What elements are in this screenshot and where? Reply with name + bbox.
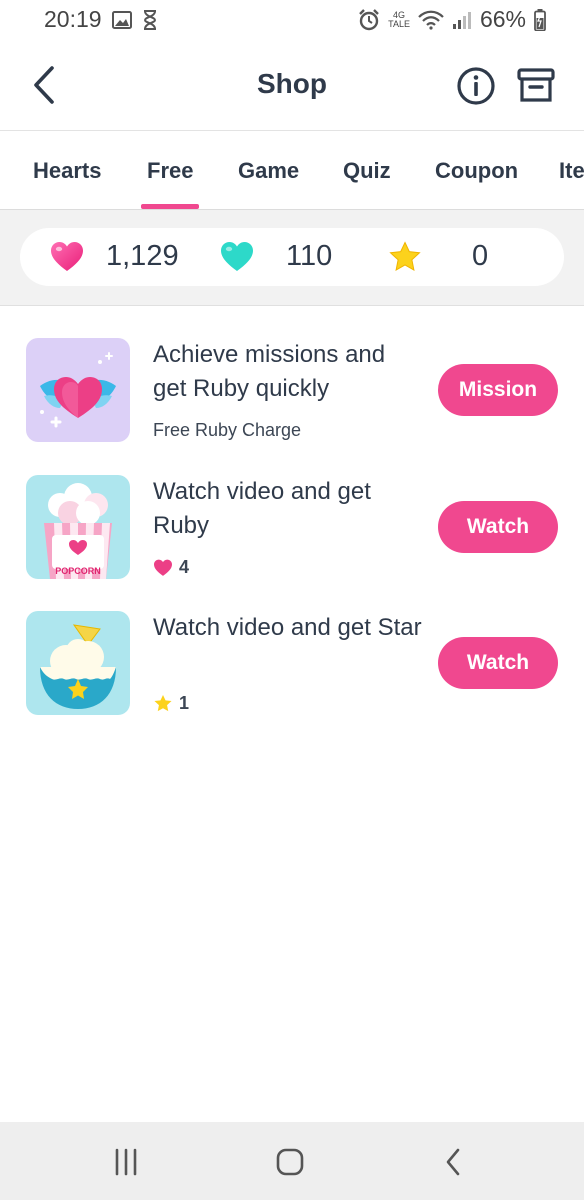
offer-reward: 4 — [153, 557, 189, 578]
hourglass-icon — [143, 9, 156, 30]
reward-count: 1 — [179, 693, 190, 713]
back-nav-icon[interactable] — [434, 1146, 474, 1178]
page-title: Shop — [257, 68, 327, 99]
winged-heart-image — [26, 338, 130, 442]
battery-percent: 66% — [479, 6, 526, 32]
star-balance: 0 — [472, 240, 489, 272]
watch-button[interactable]: Watch — [438, 501, 558, 553]
tab-items[interactable]: Ite — [559, 131, 584, 209]
tab-quiz[interactable]: Quiz — [343, 131, 391, 209]
balance-bar: 1,129 110 0 — [20, 228, 564, 286]
star-icon — [154, 694, 172, 712]
recents-icon[interactable] — [106, 1146, 146, 1178]
list-item: Achieve missions and get Ruby quickly Fr… — [0, 338, 584, 450]
app-bar: Shop — [0, 42, 584, 131]
home-icon[interactable] — [270, 1146, 310, 1178]
pink-heart-icon — [51, 242, 83, 271]
shop-tabs: Hearts Free Game Quiz Coupon Ite — [0, 131, 584, 210]
popcorn-image: POPCORN — [26, 475, 130, 579]
offer-subtitle: Free Ruby Charge — [153, 420, 301, 441]
reward-count: 4 — [179, 557, 190, 577]
tab-free[interactable]: Free — [140, 131, 201, 209]
status-time: 20:19 — [44, 6, 102, 32]
heart-icon — [154, 559, 172, 576]
teal-heart-balance: 110 — [286, 240, 333, 272]
tab-hearts[interactable]: Hearts — [33, 131, 101, 209]
status-bar: 20:19 4G TALE 66% — [0, 0, 584, 42]
wifi-icon — [418, 10, 444, 30]
offer-title: Watch video and get Star — [153, 614, 422, 641]
alarm-icon — [359, 8, 379, 30]
battery-icon — [534, 8, 546, 31]
archive-icon[interactable] — [516, 66, 556, 106]
ice-cream-bowl-image — [26, 611, 130, 715]
list-item: POPCORN Watch video and get Ruby 4 Watch — [0, 475, 584, 587]
list-item: Watch video and get Star 1 Watch — [0, 611, 584, 723]
offer-reward: 1 — [153, 693, 189, 714]
signal-icon — [452, 11, 471, 29]
teal-heart-icon — [221, 242, 253, 271]
info-icon[interactable] — [456, 66, 496, 106]
image-icon — [111, 10, 132, 29]
mission-button[interactable]: Mission — [438, 364, 558, 416]
pink-heart-balance: 1,129 — [106, 240, 179, 272]
offer-title: Achieve missions and get Ruby quickly — [153, 341, 386, 402]
tab-coupon[interactable]: Coupon — [435, 131, 518, 209]
popcorn-label: POPCORN — [55, 566, 101, 576]
network-type-label: 4G TALE — [388, 9, 410, 29]
watch-button[interactable]: Watch — [438, 637, 558, 689]
tab-game[interactable]: Game — [238, 131, 299, 209]
balance-area: 1,129 110 0 — [0, 210, 584, 306]
offer-title: Watch video and get Ruby — [153, 478, 371, 539]
star-icon — [389, 241, 421, 271]
offer-subtitle-text: Free Ruby Charge — [153, 420, 302, 440]
system-nav-bar — [0, 1122, 584, 1200]
